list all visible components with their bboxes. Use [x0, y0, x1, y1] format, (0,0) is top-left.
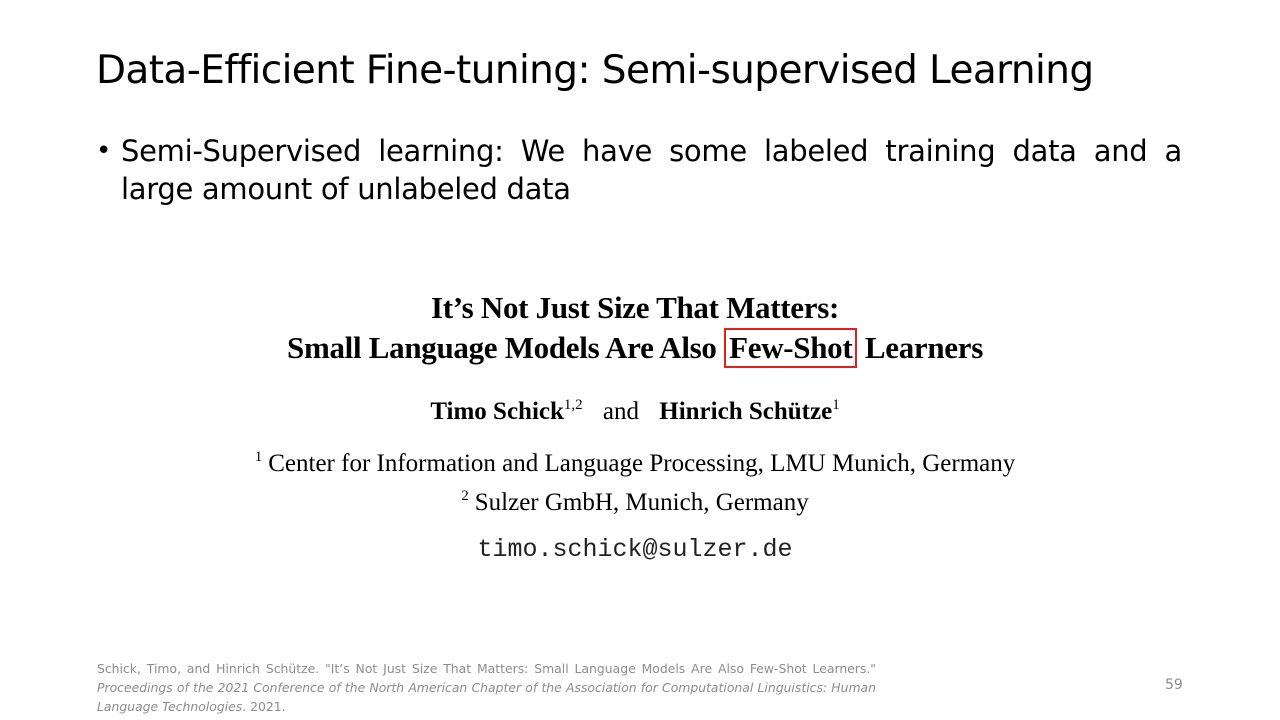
paper-title-text: Learners [864, 330, 983, 365]
paper-authors: Timo Schick1,2 and Hinrich Schütze1 [190, 388, 1080, 429]
author-conjunction: and [602, 398, 640, 425]
author-affiliation-marker: 1 [832, 397, 840, 413]
affiliation-text: Sulzer GmbH, Munich, Germany [474, 489, 809, 516]
author-name: Hinrich Schütze [659, 398, 833, 425]
paper-title-line-1: It’s Not Just Size That Matters: [431, 290, 839, 325]
bullet-icon: • [96, 136, 112, 166]
slide-title: Data-Efficient Fine-tuning: Semi-supervi… [96, 48, 1094, 93]
bullet-point: • Semi-Supervised learning: We have some… [96, 132, 1182, 208]
page-number: 59 [1165, 677, 1183, 693]
citation-authors-title: Schick, Timo, and Hinrich Schütze. "It’s… [97, 661, 876, 676]
citation-year: . 2021. [242, 699, 286, 714]
bullet-text: Semi-Supervised learning: We have some l… [121, 134, 1182, 206]
author-affiliation-marker: 1,2 [563, 397, 583, 413]
paper-header-snippet: It’s Not Just Size That Matters: Small L… [190, 288, 1080, 567]
affiliation-text: Center for Information and Language Proc… [268, 450, 1016, 477]
affiliation-number: 1 [254, 449, 263, 465]
paper-title-text: Small Language Models Are Also [287, 330, 717, 365]
affiliation-number: 2 [461, 488, 469, 504]
affiliation-line: 1 Center for Information and Language Pro… [190, 441, 1080, 480]
highlighted-term-box: Few-Shot [724, 328, 858, 368]
affiliation-line: 2 Sulzer GmbH, Munich, Germany [190, 480, 1080, 519]
author-email: timo.schick@sulzer.de [477, 535, 793, 564]
citation-venue: Proceedings of the 2021 Conference of th… [97, 680, 876, 714]
author-name: Timo Schick [430, 398, 564, 425]
citation-footnote: Schick, Timo, and Hinrich Schütze. "It’s… [97, 659, 876, 716]
paper-title-line-2: Small Language Models Are Also Few-Shot … [190, 328, 1080, 368]
